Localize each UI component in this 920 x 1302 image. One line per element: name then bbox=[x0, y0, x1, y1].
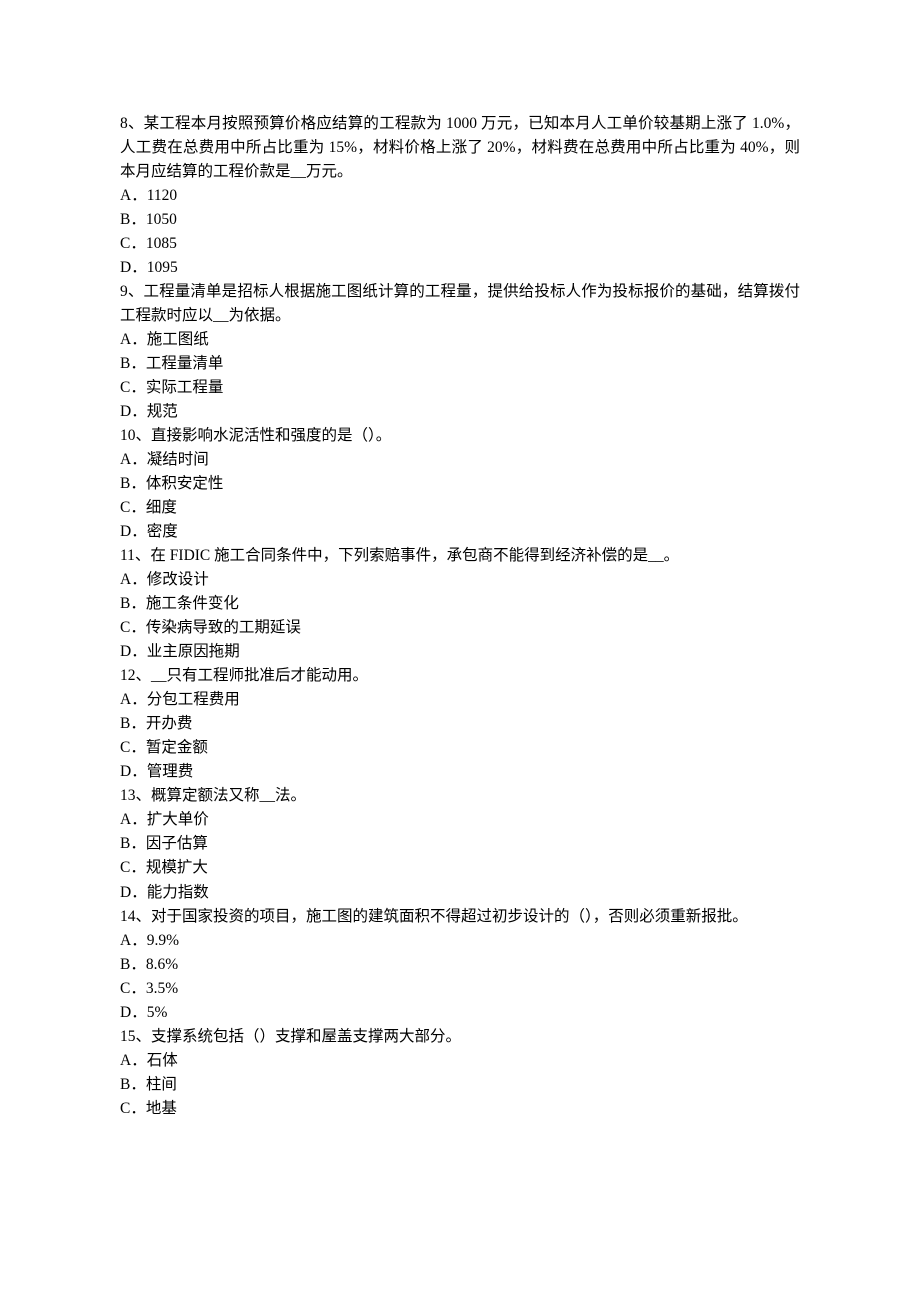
question-option: B．施工条件变化 bbox=[120, 592, 800, 616]
question-option: D．1095 bbox=[120, 256, 800, 280]
question-option: A．1120 bbox=[120, 184, 800, 208]
question-option: A．石体 bbox=[120, 1049, 800, 1073]
question-option: D．能力指数 bbox=[120, 881, 800, 905]
question-option: C．暂定金额 bbox=[120, 736, 800, 760]
question-option: C．传染病导致的工期延误 bbox=[120, 616, 800, 640]
question-option: A．施工图纸 bbox=[120, 328, 800, 352]
question-option: C．实际工程量 bbox=[120, 376, 800, 400]
question-stem: 8、某工程本月按照预算价格应结算的工程款为 1000 万元，已知本月人工单价较基… bbox=[120, 112, 800, 184]
question-stem: 12、__只有工程师批准后才能动用。 bbox=[120, 664, 800, 688]
question-stem: 15、支撑系统包括（）支撑和屋盖支撑两大部分。 bbox=[120, 1025, 800, 1049]
question-option: B．工程量清单 bbox=[120, 352, 800, 376]
question-option: C．细度 bbox=[120, 496, 800, 520]
document-page: 8、某工程本月按照预算价格应结算的工程款为 1000 万元，已知本月人工单价较基… bbox=[0, 0, 920, 1302]
question-11: 11、在 FIDIC 施工合同条件中，下列索赔事件，承包商不能得到经济补偿的是_… bbox=[120, 544, 800, 664]
question-option: C．1085 bbox=[120, 232, 800, 256]
question-8: 8、某工程本月按照预算价格应结算的工程款为 1000 万元，已知本月人工单价较基… bbox=[120, 112, 800, 280]
question-option: A．凝结时间 bbox=[120, 448, 800, 472]
question-9: 9、工程量清单是招标人根据施工图纸计算的工程量，提供给投标人作为投标报价的基础，… bbox=[120, 280, 800, 424]
question-option: A．分包工程费用 bbox=[120, 688, 800, 712]
question-option: A．修改设计 bbox=[120, 568, 800, 592]
question-option: B．8.6% bbox=[120, 953, 800, 977]
question-option: D．密度 bbox=[120, 520, 800, 544]
question-option: A．扩大单价 bbox=[120, 808, 800, 832]
question-option: C．地基 bbox=[120, 1097, 800, 1121]
question-stem: 11、在 FIDIC 施工合同条件中，下列索赔事件，承包商不能得到经济补偿的是_… bbox=[120, 544, 800, 568]
question-14: 14、对于国家投资的项目，施工图的建筑面积不得超过初步设计的（），否则必须重新报… bbox=[120, 905, 800, 1025]
question-stem: 10、直接影响水泥活性和强度的是（）。 bbox=[120, 424, 800, 448]
question-stem: 13、概算定额法又称__法。 bbox=[120, 784, 800, 808]
question-option: D．业主原因拖期 bbox=[120, 640, 800, 664]
question-13: 13、概算定额法又称__法。 A．扩大单价 B．因子估算 C．规模扩大 D．能力… bbox=[120, 784, 800, 904]
question-option: B．体积安定性 bbox=[120, 472, 800, 496]
question-stem: 14、对于国家投资的项目，施工图的建筑面积不得超过初步设计的（），否则必须重新报… bbox=[120, 905, 800, 929]
question-10: 10、直接影响水泥活性和强度的是（）。 A．凝结时间 B．体积安定性 C．细度 … bbox=[120, 424, 800, 544]
question-option: B．1050 bbox=[120, 208, 800, 232]
question-15: 15、支撑系统包括（）支撑和屋盖支撑两大部分。 A．石体 B．柱间 C．地基 bbox=[120, 1025, 800, 1121]
question-option: A．9.9% bbox=[120, 929, 800, 953]
question-option: B．柱间 bbox=[120, 1073, 800, 1097]
question-12: 12、__只有工程师批准后才能动用。 A．分包工程费用 B．开办费 C．暂定金额… bbox=[120, 664, 800, 784]
question-option: B．因子估算 bbox=[120, 832, 800, 856]
question-option: C．规模扩大 bbox=[120, 856, 800, 880]
question-option: B．开办费 bbox=[120, 712, 800, 736]
question-option: D．5% bbox=[120, 1001, 800, 1025]
question-option: D．规范 bbox=[120, 400, 800, 424]
question-option: C．3.5% bbox=[120, 977, 800, 1001]
question-option: D．管理费 bbox=[120, 760, 800, 784]
question-stem: 9、工程量清单是招标人根据施工图纸计算的工程量，提供给投标人作为投标报价的基础，… bbox=[120, 280, 800, 328]
